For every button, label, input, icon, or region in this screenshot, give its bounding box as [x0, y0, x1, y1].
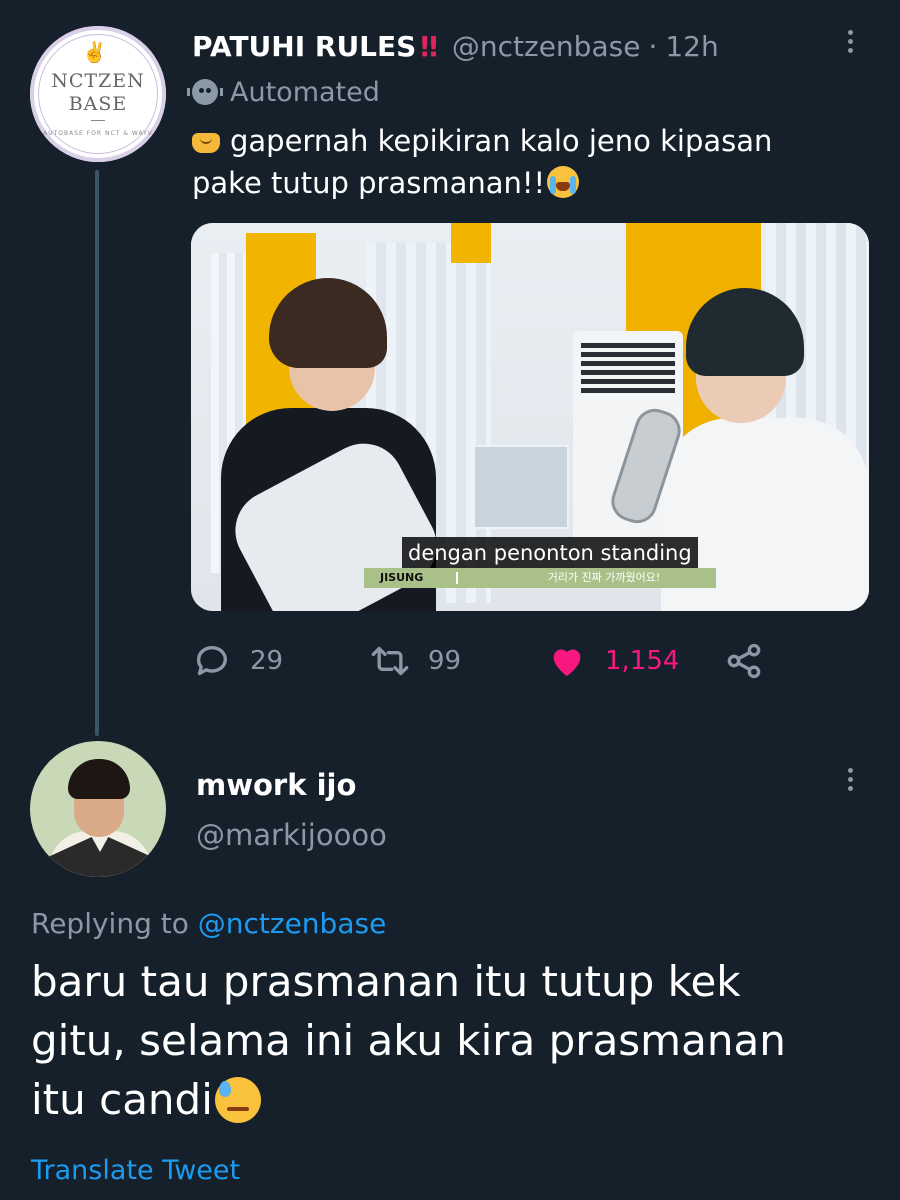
caption-bar: JISUNG 거리가 진짜 가까웠어요!	[364, 568, 716, 588]
display-name[interactable]: mwork ijo	[196, 765, 356, 805]
tweet-header: PATUHI RULES ‼ @nctzenbase · 12h	[192, 24, 719, 68]
avatar-subtext: AUTOBASE FOR NCT & WAYV	[43, 130, 153, 137]
like-count: 1,154	[605, 646, 680, 676]
more-options-icon[interactable]	[838, 764, 862, 800]
hugging-face-emoji	[192, 133, 220, 153]
tweet-timestamp[interactable]: 12h	[665, 30, 718, 63]
hand-logo-icon: ✌	[82, 40, 107, 64]
separator-dot: ·	[648, 29, 658, 63]
downcast-sweat-emoji	[214, 1077, 261, 1123]
retweet-count: 99	[428, 646, 462, 676]
translate-tweet-link[interactable]: Translate Tweet	[31, 1152, 240, 1190]
double-exclamation-emoji: ‼	[420, 29, 438, 63]
automated-label-row: Automated	[187, 74, 380, 110]
tweet-action-bar: 29 99 1,154	[192, 638, 832, 684]
avatar-text-line2: BASE	[68, 93, 128, 115]
crying-face-emoji	[547, 166, 580, 198]
reply-icon	[197, 646, 227, 676]
tweet-text-line1: gapernah kepikiran kalo jeno kipasan	[230, 124, 773, 158]
replying-to-line: Replying to @nctzenbase	[31, 904, 386, 944]
retweet-button[interactable]: 99	[370, 638, 461, 684]
nctzenbase-avatar[interactable]: ✌ NCTZEN BASE AUTOBASE FOR NCT & WAYV	[30, 26, 166, 162]
reply-text-line2: gitu, selama ini aku kira prasmanan	[31, 1016, 786, 1065]
reply-button[interactable]: 29	[192, 638, 283, 684]
orange-curtain-top	[451, 223, 491, 263]
reply-tweet-text: baru tau prasmanan itu tutup kek gitu, s…	[31, 952, 861, 1129]
more-options-icon[interactable]	[838, 26, 862, 62]
bot-icon	[187, 79, 223, 105]
share-icon	[727, 643, 761, 679]
reply-text-line1: baru tau prasmanan itu tutup kek	[31, 957, 741, 1006]
retweet-icon	[371, 646, 409, 676]
user-handle[interactable]: @nctzenbase	[452, 30, 641, 63]
video-subtitle: dengan penonton standing	[402, 537, 698, 569]
replying-to-link[interactable]: @nctzenbase	[198, 907, 387, 940]
heart-icon	[553, 649, 581, 676]
share-button[interactable]	[724, 638, 782, 684]
markijoooo-avatar[interactable]	[30, 741, 166, 877]
tweet-text: gapernah kepikiran kalo jeno kipasan pak…	[192, 120, 832, 204]
avatar-text-line1: NCTZEN	[51, 70, 145, 92]
tweet-text-line2: pake tutup prasmanan!!	[192, 166, 546, 200]
reply-text-line3: itu candi	[31, 1075, 213, 1124]
avatar-hair	[68, 759, 130, 799]
like-button[interactable]: 1,154	[547, 638, 679, 684]
automated-label: Automated	[230, 76, 380, 108]
replying-to-prefix: Replying to	[31, 907, 189, 940]
reply-count: 29	[250, 646, 284, 676]
storage-box	[473, 445, 569, 529]
caption-separator	[456, 572, 458, 584]
tweet-media-image[interactable]: dengan penonton standing JISUNG 거리가 진짜 가…	[191, 223, 869, 611]
user-handle[interactable]: @markijoooo	[196, 815, 387, 855]
display-name[interactable]: PATUHI RULES	[192, 30, 416, 63]
avatar-divider	[91, 120, 105, 121]
caption-korean: 거리가 진짜 가까웠어요!	[547, 571, 661, 584]
thread-connector-line	[95, 170, 99, 736]
caption-speaker: JISUNG	[380, 571, 424, 584]
